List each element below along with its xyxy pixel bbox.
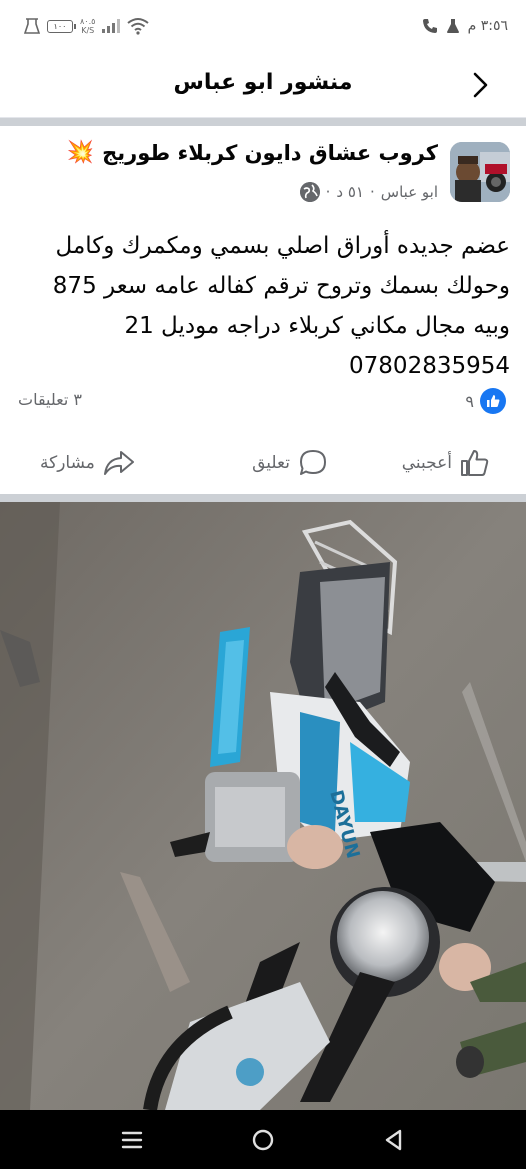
flask-icon	[446, 19, 459, 33]
post-header: كروب عشاق دايون كربلاء طوريج 💥 ابو عباس …	[0, 134, 526, 214]
net-speed-unit: K/S	[81, 26, 95, 35]
author-name[interactable]: ابو عباس	[381, 183, 438, 201]
battery-icon: ١٠٠	[47, 19, 76, 33]
meta-dot: ·	[370, 183, 375, 201]
system-nav-bar	[0, 1110, 526, 1169]
comment-button[interactable]: تعليق	[252, 440, 328, 486]
post-body: عضم جديده أوراق اصلي بسمي ومكمرك وكامل و…	[16, 226, 510, 386]
meta-dot: ·	[325, 183, 331, 201]
comment-label: تعليق	[252, 453, 290, 473]
post-text-line: وبيه مجال مكاني كربلاء دراجه موديل 21	[124, 313, 510, 339]
explosion-emoji: 💥	[66, 140, 95, 165]
battery-level: ١٠٠	[53, 21, 67, 31]
page-title: منشور ابو عباس	[173, 70, 353, 95]
back-icon[interactable]	[378, 1124, 410, 1156]
menu-icon[interactable]	[116, 1124, 148, 1156]
post-text-line: عضم جديده أوراق اصلي بسمي ومكمرك وكامل	[55, 233, 510, 259]
status-left: ١٠٠ ٨٠.٥ K/S	[24, 14, 150, 38]
share-label: مشاركة	[40, 453, 95, 473]
comment-count[interactable]: ٣ تعليقات	[18, 390, 82, 409]
reactions-bar: ٩ ٣ تعليقات	[0, 386, 526, 418]
status-right: ٣:٥٦ م	[422, 14, 508, 38]
status-bar: ١٠٠ ٨٠.٥ K/S ٣:٥٦ م	[0, 0, 526, 52]
app-header: منشور ابو عباس	[0, 52, 526, 118]
wifi-icon	[127, 18, 150, 35]
thumbs-up-icon	[480, 388, 506, 414]
phone-number[interactable]: 07802835954	[16, 346, 510, 386]
post-meta: ابو عباس · ٥١ د ·	[299, 182, 438, 202]
chevron-right-icon[interactable]	[466, 70, 496, 100]
like-count[interactable]: ٩	[465, 388, 506, 414]
like-label: أعجبني	[401, 453, 452, 473]
avatar[interactable]	[450, 142, 510, 202]
signal-icon	[102, 19, 121, 33]
clock: ٣:٥٦ م	[467, 18, 508, 34]
home-icon[interactable]	[247, 1124, 279, 1156]
net-speed-value: ٨٠.٥	[80, 17, 96, 26]
group-name[interactable]: كروب عشاق دايون كربلاء طوريج 💥	[67, 140, 438, 165]
lab-icon	[24, 18, 40, 34]
separator	[0, 118, 526, 126]
motorcycle-image: DAYUN	[0, 502, 526, 1110]
share-button[interactable]: مشاركة	[40, 440, 135, 486]
post-text-line: وحولك بسمك وتروح ترقم كفاله عامه سعر 875	[52, 273, 510, 299]
post-time[interactable]: ٥١ د	[336, 183, 364, 201]
share-icon	[103, 451, 134, 475]
phone-icon	[422, 19, 437, 33]
net-speed: ٨٠.٥ K/S	[80, 17, 95, 35]
globe-icon	[299, 182, 320, 202]
thumbs-up-outline-icon	[461, 450, 489, 476]
separator	[0, 494, 526, 502]
action-bar: أعجبني تعليق مشاركة	[0, 440, 526, 486]
post-photo[interactable]: DAYUN	[0, 502, 526, 1110]
like-number: ٩	[465, 391, 474, 411]
group-name-text[interactable]: كروب عشاق دايون كربلاء طوريج	[102, 141, 438, 165]
comment-icon	[300, 450, 326, 475]
like-button[interactable]: أعجبني	[402, 440, 490, 486]
